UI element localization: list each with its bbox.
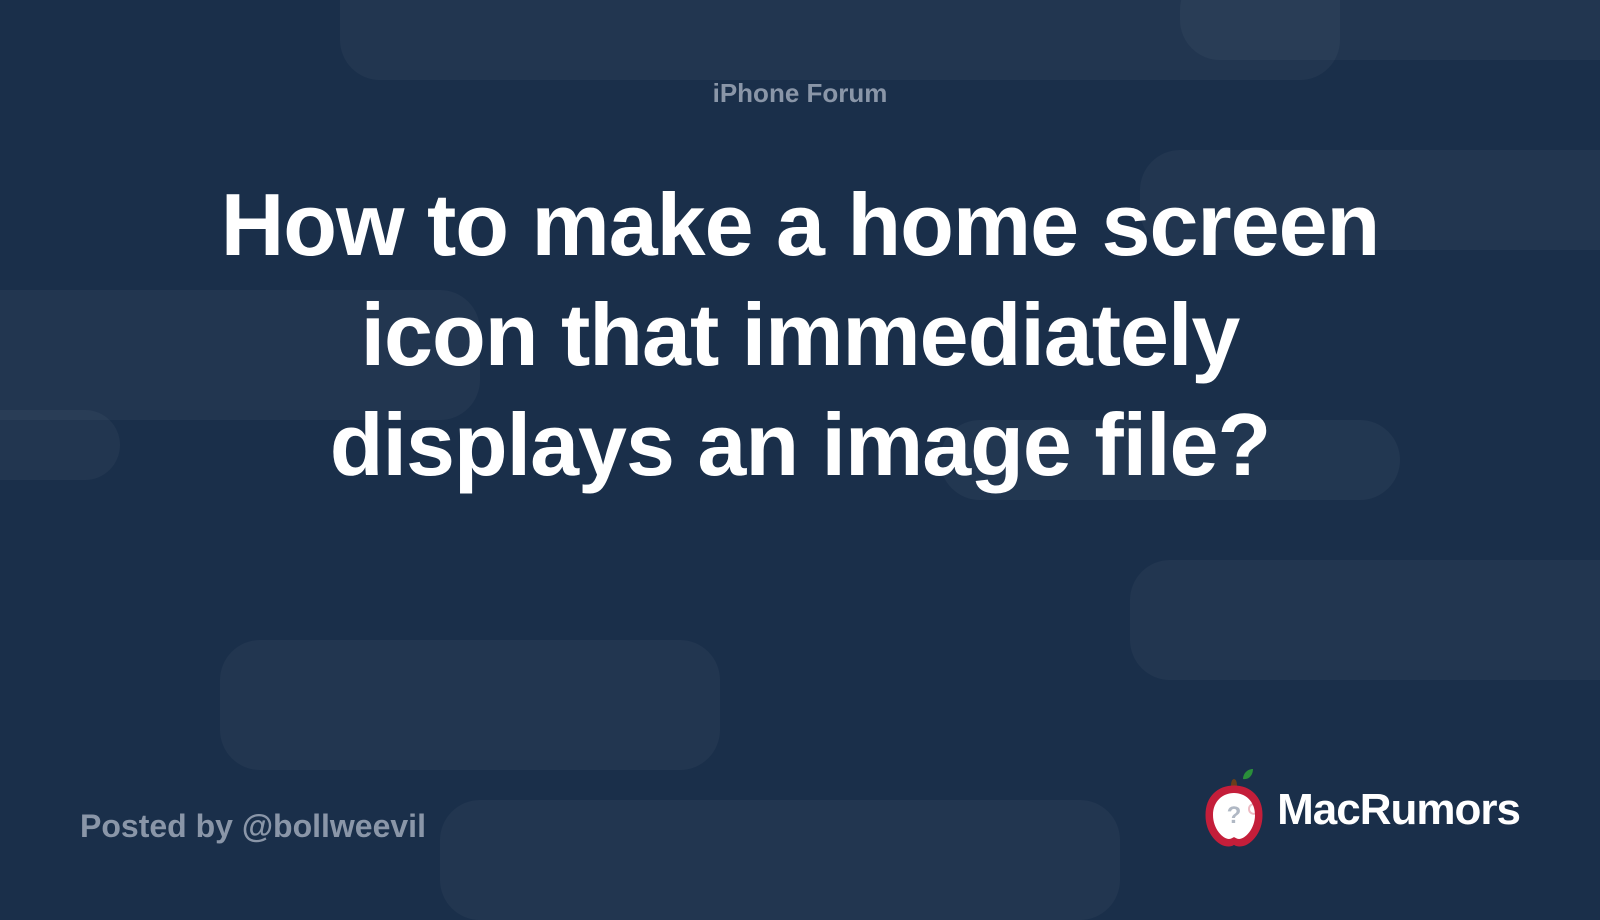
brand-name: MacRumors bbox=[1277, 785, 1520, 835]
post-author: Posted by @bollweevil bbox=[80, 808, 426, 845]
site-brand: ? MacRumors bbox=[1199, 767, 1520, 852]
posted-by-label: Posted by bbox=[80, 808, 242, 844]
forum-category: iPhone Forum bbox=[0, 78, 1600, 109]
social-card: iPhone Forum How to make a home screen i… bbox=[0, 0, 1600, 900]
thread-title: How to make a home screen icon that imme… bbox=[180, 170, 1420, 500]
svg-text:?: ? bbox=[1227, 802, 1242, 829]
author-handle: @bollweevil bbox=[242, 808, 426, 844]
apple-logo-icon: ? bbox=[1199, 767, 1269, 852]
